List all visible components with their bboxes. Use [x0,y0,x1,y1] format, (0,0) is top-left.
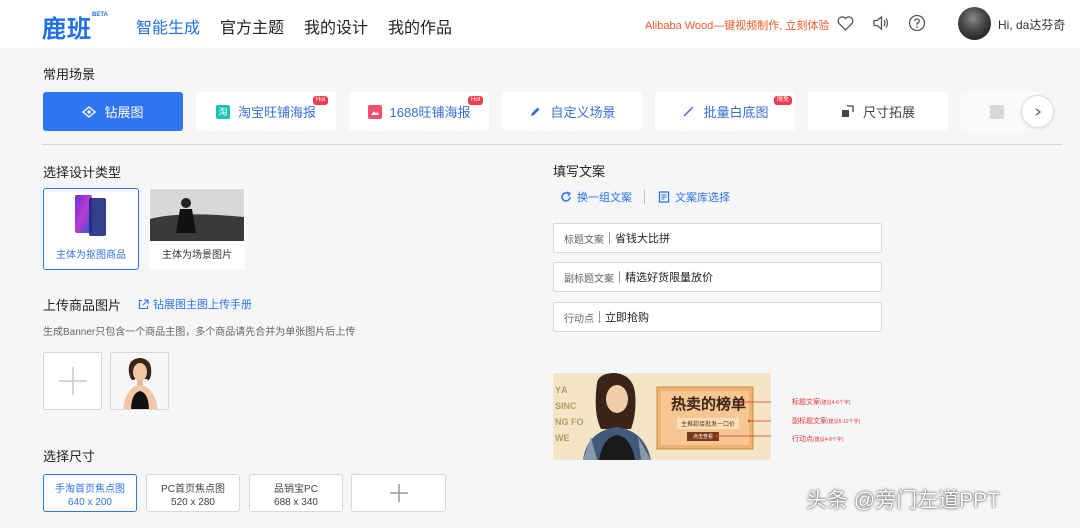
design-type-cutout[interactable]: 主体为抠图商品 [43,188,139,270]
swap-copy-button[interactable]: 换一组文案 [560,189,632,205]
scene-1688-poster[interactable]: 1688旺铺海报 Hot [349,92,489,131]
hot-badge: Hot [313,96,329,105]
nav-smart-generate[interactable]: 智能生成 [136,14,200,38]
annotation-label: 行动点 [792,436,813,443]
annotation-note: (建议6-12个字) [827,419,861,425]
upload-hint: 生成Banner只包含一个商品主图，多个商品请先合并为单张图片后上传 [43,327,356,338]
scroll-next-button[interactable] [1021,95,1054,128]
plus-icon [389,484,408,502]
annotation-label: 标题文案 [792,399,820,406]
annotation-subtitle: 副标题文案(建议6-12个字) [792,416,860,426]
subtitle-copy-input[interactable]: 精选好货限量放价 [625,269,713,285]
nav-my-works[interactable]: 我的作品 [388,14,452,38]
annotation-title: 标题文案(建议4-6个字) [792,397,851,407]
scene-label: 淘宝旺铺海报 [237,105,316,120]
username[interactable]: Hi, da达芬奇 [998,16,1065,33]
refresh-icon [561,191,572,202]
size-dim: 640 x 200 [68,497,112,508]
scene-label: 自定义场景 [550,105,616,120]
cta-copy-input[interactable]: 立即抢购 [605,309,649,325]
field-separator [609,232,610,244]
copy-library-label: 文案库选择 [675,192,730,204]
size-option-mobile-home[interactable]: 手淘首页焦点图 640 x 200 [43,474,137,512]
scene-resize[interactable]: 尺寸拓展 [808,92,948,131]
magic-wand-icon [681,105,695,119]
design-type-label: 主体为抠图商品 [56,250,126,261]
scenes-title: 常用场景 [43,67,96,82]
avatar[interactable] [958,7,991,40]
scene-taobao-poster[interactable]: 淘 淘宝旺铺海报 Hot [196,92,336,131]
copy-title: 填写文案 [553,164,606,179]
scene-photo-image [150,189,244,241]
field-separator [599,311,600,323]
plus-icon [58,367,87,395]
field-label: 行动点 [564,313,594,325]
scene-custom[interactable]: 自定义场景 [502,92,642,131]
free-badge: 限免 [774,96,793,105]
scene-label: 1688旺铺海报 [389,105,471,120]
size-option-pinxiaobao[interactable]: 品销宝PC 688 x 340 [249,474,343,512]
nav-official-themes[interactable]: 官方主题 [220,14,284,38]
field-label: 标题文案 [564,234,604,246]
uploaded-product-thumbnail[interactable] [110,352,169,410]
watermark: 头条 @旁门左道PPT [806,489,1000,512]
field-separator [619,271,620,283]
annotation-label: 副标题文案 [792,418,827,425]
image-icon [367,104,382,119]
upload-title: 上传商品图片 [43,298,122,313]
scene-label: 钻展图 [104,105,144,120]
annotation-note: (建议4-8个字) [813,437,844,443]
size-option-pc-home[interactable]: PC首页焦点图 520 x 280 [146,474,240,512]
hot-badge: Hot [468,96,484,105]
title-copy-input[interactable]: 省钱大比拼 [615,230,670,246]
taobao-icon: 淘 [215,104,230,119]
swap-copy-label: 换一组文案 [577,192,632,204]
add-size-button[interactable] [351,474,446,512]
scene-diamond-banner[interactable]: 钻展图 [43,92,183,131]
promo-link[interactable]: Alibaba Wood—键视频制作, 立刻体验 [645,17,829,33]
document-icon [658,191,670,203]
scene-label: 尺寸拓展 [862,105,915,120]
upload-button[interactable] [43,352,102,410]
action-separator [644,190,645,204]
size-name: PC首页焦点图 [161,484,225,495]
external-link-icon [138,298,149,309]
size-dim: 688 x 340 [274,497,318,508]
annotation-note: (建议4-6个字) [820,400,851,406]
phone-product-image [44,189,138,241]
image-icon [990,104,1004,119]
annotation-cta: 行动点(建议4-8个字) [792,434,844,444]
size-name: 手淘首页焦点图 [55,484,125,495]
design-type-scene[interactable]: 主体为场景图片 [149,188,245,270]
heart-icon[interactable] [835,13,855,33]
size-title: 选择尺寸 [43,449,96,464]
design-type-label: 主体为场景图片 [162,250,232,261]
divider [42,144,1062,145]
design-type-title: 选择设计类型 [43,165,122,180]
diamond-eye-icon [82,105,97,119]
size-name: 品销宝PC [274,484,318,495]
size-dim: 520 x 280 [171,497,215,508]
resize-icon [841,105,855,119]
beta-badge: BETA [92,12,108,18]
copy-library-button[interactable]: 文案库选择 [658,189,730,205]
logo[interactable]: 鹿班 [42,9,92,44]
title-copy-field[interactable]: 标题文案 省钱大比拼 [553,223,882,253]
scene-label: 批量白底图 [703,105,769,120]
scene-batch-white-bg[interactable]: 批量白底图 限免 [655,92,795,131]
top-header: 鹿班 BETA 智能生成 官方主题 我的设计 我的作品 Alibaba Wood… [0,0,1080,48]
help-icon[interactable] [907,13,927,33]
upload-manual-link[interactable]: 钻展图主图上传手册 [138,296,252,312]
main-nav: 智能生成 官方主题 我的设计 我的作品 [136,14,472,38]
pen-icon [528,105,542,119]
speaker-icon[interactable] [871,13,891,33]
nav-my-designs[interactable]: 我的设计 [304,14,368,38]
cta-copy-field[interactable]: 行动点 立即抢购 [553,302,882,332]
upload-manual-label: 钻展图主图上传手册 [153,299,252,311]
field-label: 副标题文案 [564,273,614,285]
banner-preview: YA SINC NG FO WE 热卖的榜单 主推款接批发一口价 点击查看 [553,373,771,460]
subtitle-copy-field[interactable]: 副标题文案 精选好货限量放价 [553,262,882,292]
